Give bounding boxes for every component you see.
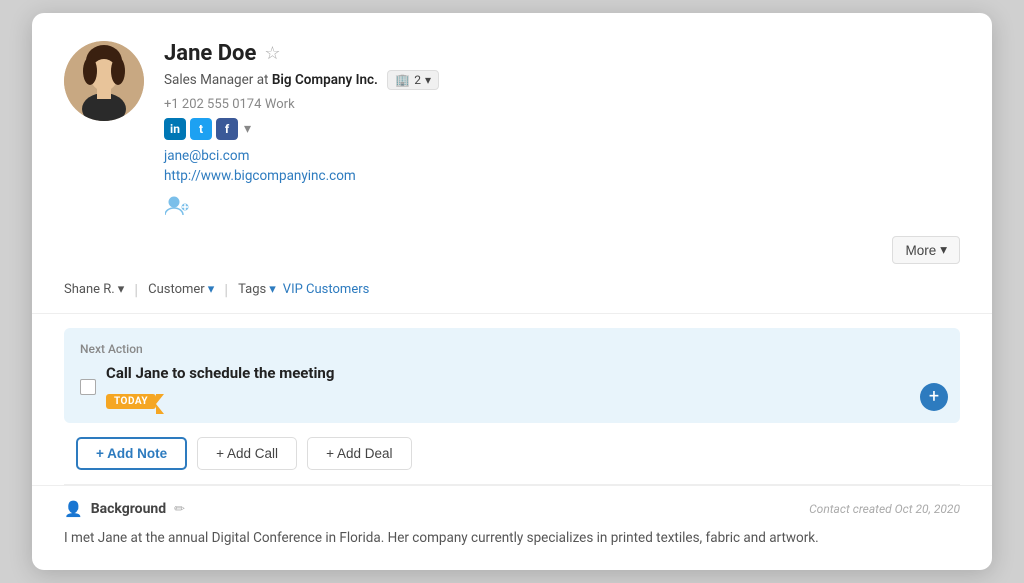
tag-separator-2: | (224, 280, 228, 299)
more-button[interactable]: More ▾ (892, 236, 960, 264)
tags-tag[interactable]: Tags ▾ VIP Customers (238, 282, 369, 297)
add-deal-button[interactable]: + Add Deal (307, 437, 411, 470)
social-more-icon[interactable]: ▾ (242, 121, 253, 137)
created-text: Contact created Oct 20, 2020 (809, 502, 960, 516)
next-action-label: Next Action (80, 342, 944, 356)
avatar (64, 41, 144, 121)
contact-name: Jane Doe (164, 41, 256, 66)
facebook-icon[interactable]: f (216, 118, 238, 140)
person-icon: 👤 (64, 500, 83, 518)
background-section: 👤 Background ✏ Contact created Oct 20, 2… (32, 485, 992, 570)
action-buttons-row: + Add Note + Add Call + Add Deal (64, 437, 960, 470)
background-header: 👤 Background ✏ Contact created Oct 20, 2… (64, 500, 960, 518)
background-title-row: 👤 Background ✏ (64, 500, 185, 518)
edit-icon[interactable]: ✏ (174, 502, 185, 517)
background-title: Background (91, 501, 166, 517)
more-row: More ▾ (32, 236, 992, 272)
favorite-icon[interactable]: ☆ (264, 43, 280, 64)
next-action-section: Next Action Call Jane to schedule the me… (64, 328, 960, 423)
add-action-button[interactable]: + (920, 383, 948, 411)
add-contact-icon[interactable] (164, 192, 192, 220)
company-badge[interactable]: 🏢 2 ▾ (387, 70, 439, 90)
tag-separator-1: | (134, 280, 138, 299)
today-badge: TODAY (106, 394, 156, 409)
profile-section: Jane Doe ☆ Sales Manager at Big Company … (32, 13, 992, 236)
background-body: I met Jane at the annual Digital Confere… (64, 528, 960, 550)
email-link[interactable]: jane@bci.com (164, 148, 960, 164)
task-checkbox[interactable] (80, 379, 96, 395)
profile-info: Jane Doe ☆ Sales Manager at Big Company … (164, 41, 960, 220)
website-link[interactable]: http://www.bigcompanyinc.com (164, 168, 960, 184)
add-note-button[interactable]: + Add Note (76, 437, 187, 470)
building-icon: 🏢 (395, 73, 410, 87)
phone-row: +1 202 555 0174 Work (164, 96, 960, 112)
twitter-icon[interactable]: t (190, 118, 212, 140)
profile-title: Sales Manager at Big Company Inc. 🏢 2 ▾ (164, 70, 960, 90)
linkedin-icon[interactable]: in (164, 118, 186, 140)
task-text: Call Jane to schedule the meeting (106, 364, 334, 382)
task-text-wrapper: Call Jane to schedule the meeting TODAY (106, 364, 334, 409)
tags-row: Shane R. ▾ | Customer ▾ | Tags ▾ VIP Cus… (32, 272, 992, 314)
name-row: Jane Doe ☆ (164, 41, 960, 66)
owner-tag[interactable]: Shane R. ▾ (64, 282, 124, 297)
customer-tag[interactable]: Customer ▾ (148, 282, 214, 297)
social-row: in t f ▾ (164, 118, 960, 140)
next-action-row: Call Jane to schedule the meeting TODAY (80, 364, 944, 409)
contact-card: Jane Doe ☆ Sales Manager at Big Company … (32, 13, 992, 570)
add-call-button[interactable]: + Add Call (197, 437, 297, 470)
